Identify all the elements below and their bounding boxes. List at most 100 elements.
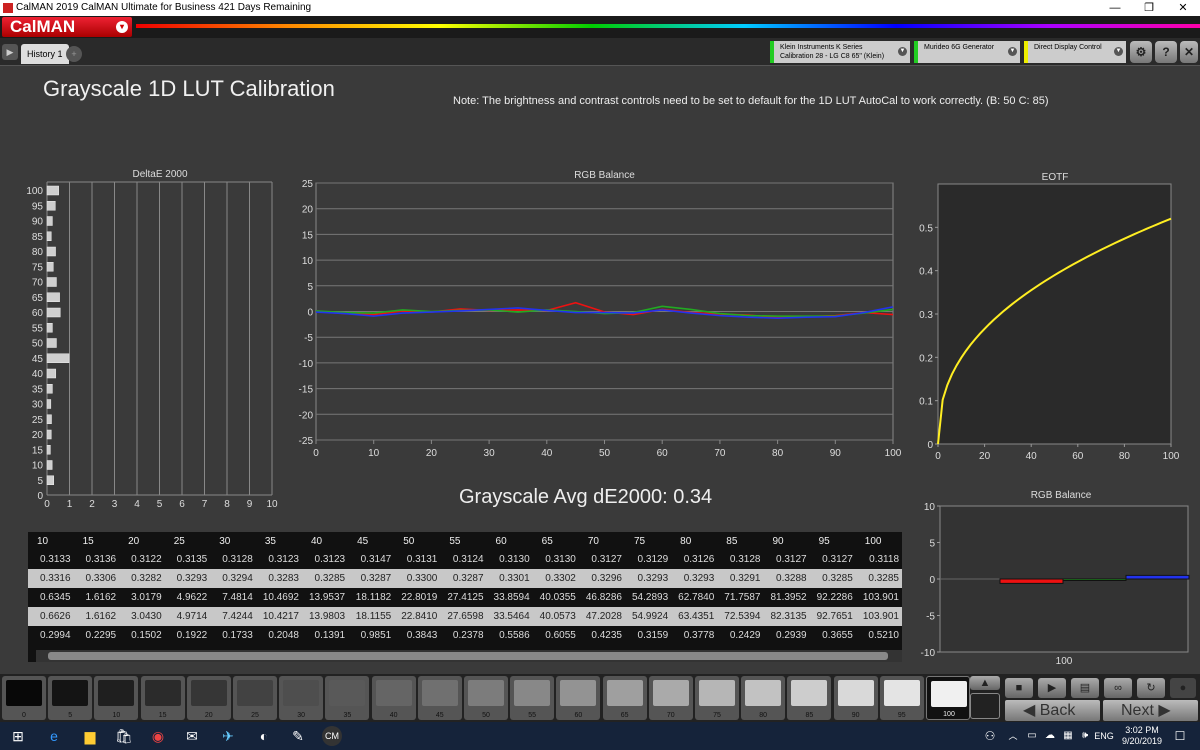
back-button[interactable]: ◀ Back (1005, 700, 1100, 721)
app-icon[interactable]: ✈ (218, 726, 238, 746)
grayscale-swatch[interactable]: 70 (648, 676, 693, 720)
table-column-header[interactable]: 60 (487, 532, 533, 550)
close-workflow-button[interactable]: ✕ (1180, 41, 1198, 63)
deltae-chart-title: DeltaE 2000 (132, 169, 188, 180)
table-column-header[interactable]: 55 (440, 532, 486, 550)
table-column-header[interactable]: 15 (74, 532, 120, 550)
table-column-header[interactable]: 85 (717, 532, 763, 550)
swatch-color (237, 680, 273, 706)
table-column-header[interactable]: 95 (810, 532, 856, 550)
grayscale-swatch[interactable]: 10 (94, 676, 139, 720)
next-button[interactable]: Next ▶ (1103, 700, 1198, 721)
stop-button[interactable]: ■ (1005, 678, 1033, 698)
swatch-label: 65 (620, 712, 629, 719)
table-column-header[interactable]: 10 (28, 532, 74, 550)
play-button[interactable]: ▶ (1038, 678, 1066, 698)
expand-panel-button[interactable]: ▶ (2, 44, 18, 60)
grayscale-swatch[interactable]: 50 (464, 676, 508, 720)
maximize-button[interactable]: ❐ (1132, 0, 1166, 16)
grayscale-swatch[interactable]: 35 (325, 676, 370, 720)
grayscale-swatch[interactable]: 5 (48, 676, 93, 720)
gear-icon: ⚙ (1135, 45, 1147, 59)
calman-menu-button[interactable]: CalMAN ▾ (2, 17, 132, 37)
tab-history-1[interactable]: History 1 (21, 44, 69, 64)
grayscale-swatch[interactable]: 65 (602, 676, 647, 720)
people-icon[interactable]: ⚇ (980, 726, 1000, 746)
pattern-preview[interactable] (970, 693, 1000, 719)
windows-start-icon[interactable]: ⊞ (8, 726, 28, 746)
grayscale-swatch[interactable]: 95 (879, 676, 924, 720)
store-icon[interactable]: 🛍 (114, 726, 134, 746)
grayscale-swatch[interactable]: 30 (279, 676, 324, 720)
table-column-header[interactable]: 75 (625, 532, 671, 550)
table-cell: 103.901 (855, 588, 902, 607)
grayscale-swatch[interactable]: 40 (371, 676, 416, 720)
app-icon[interactable]: ◐ (254, 726, 274, 746)
display-device-selector[interactable]: Direct Display Control ▼ (1024, 41, 1126, 63)
table-cell: 0.3136 (73, 550, 120, 569)
rgb-balance-bar-chart: 10 5 0 -5 -10 100 (921, 502, 1190, 667)
app-icon (3, 3, 13, 13)
swatch-label: 30 (297, 712, 306, 719)
table-column-header[interactable]: 80 (671, 532, 717, 550)
grayscale-swatch[interactable]: 60 (556, 676, 601, 720)
app-icon[interactable]: ✎ (288, 726, 308, 746)
grayscale-swatch[interactable]: 55 (510, 676, 555, 720)
page-title: Grayscale 1D LUT Calibration (43, 76, 335, 101)
table-column-header[interactable]: 100 (856, 532, 902, 550)
table-row: 0.3316 0.3306 0.3282 0.3293 0.3294 0.3283 0.32… (28, 569, 902, 588)
meter-device-selector[interactable]: Klein Instruments K Series Calibration 2… (770, 41, 910, 63)
table-cell: 40.0355 (532, 588, 579, 607)
refresh-button[interactable]: ↻ (1137, 678, 1165, 698)
table-column-header[interactable]: 20 (119, 532, 165, 550)
mail-icon[interactable]: ✉ (182, 726, 202, 746)
table-column-header[interactable]: 70 (579, 532, 625, 550)
table-horizontal-scrollbar[interactable] (36, 650, 902, 662)
record-button[interactable]: ● (1170, 678, 1196, 698)
grayscale-swatch[interactable]: 15 (140, 676, 185, 720)
table-cell: 92.2286 (809, 588, 856, 607)
table-cell: 0.3287 (440, 569, 487, 588)
table-column-header[interactable]: 25 (165, 532, 211, 550)
close-window-button[interactable]: ✕ (1166, 0, 1200, 16)
table-column-header[interactable]: 35 (256, 532, 302, 550)
battery-icon[interactable]: ▭ (1022, 726, 1042, 746)
eotf-xtick: 40 (1026, 451, 1038, 462)
language-indicator[interactable]: ENG (1092, 726, 1116, 746)
file-explorer-icon[interactable]: ▆ (80, 726, 100, 746)
table-column-header[interactable]: 30 (210, 532, 256, 550)
grayscale-swatch[interactable]: 75 (695, 676, 739, 720)
settings-button[interactable]: ⚙ (1130, 41, 1152, 63)
grayscale-swatch[interactable]: 0 (2, 676, 46, 720)
generator-name: Murideo 6G Generator (924, 44, 995, 51)
grayscale-swatch[interactable]: 100 (926, 676, 970, 720)
table-column-header[interactable]: 50 (394, 532, 440, 550)
grayscale-swatch[interactable]: 80 (741, 676, 786, 720)
grayscale-swatch[interactable]: 90 (833, 676, 878, 720)
help-button[interactable]: ? (1155, 41, 1177, 63)
table-column-header[interactable]: 40 (302, 532, 348, 550)
table-column-header[interactable]: 45 (348, 532, 394, 550)
table-column-header[interactable]: 90 (763, 532, 809, 550)
calman-taskbar-icon[interactable]: CM (322, 726, 342, 746)
add-tab-button[interactable]: + (66, 46, 82, 62)
cloud-icon[interactable]: ☁ (1040, 726, 1060, 746)
notifications-icon[interactable]: ☐ (1170, 726, 1190, 746)
chrome-icon[interactable]: ◉ (148, 726, 168, 746)
eotf-chart: 0.5 0.4 0.3 0.2 0.1 00 20 40 60 80 100 (919, 183, 1180, 462)
grayscale-swatch[interactable]: 25 (233, 676, 277, 720)
rgb-balance-ytick: -5 (304, 333, 313, 344)
scrollbar-thumb[interactable] (48, 652, 888, 660)
swatch-scroll-up-button[interactable]: ▲ (970, 676, 1000, 690)
edge-icon[interactable]: e (44, 726, 64, 746)
grayscale-swatch[interactable]: 20 (186, 676, 231, 720)
table-column-header[interactable]: 65 (533, 532, 579, 550)
generator-device-selector[interactable]: Murideo 6G Generator ▼ (914, 41, 1020, 63)
clock[interactable]: 3:02 PM 9/20/2019 (1122, 725, 1162, 747)
grayscale-swatch[interactable]: 45 (417, 676, 462, 720)
grayscale-swatch[interactable]: 85 (787, 676, 832, 720)
save-button[interactable]: ▤ (1071, 678, 1099, 698)
chevron-up-icon[interactable]: ︿ (1003, 726, 1023, 746)
loop-button[interactable]: ∞ (1104, 678, 1132, 698)
minimize-button[interactable]: — (1098, 0, 1132, 16)
